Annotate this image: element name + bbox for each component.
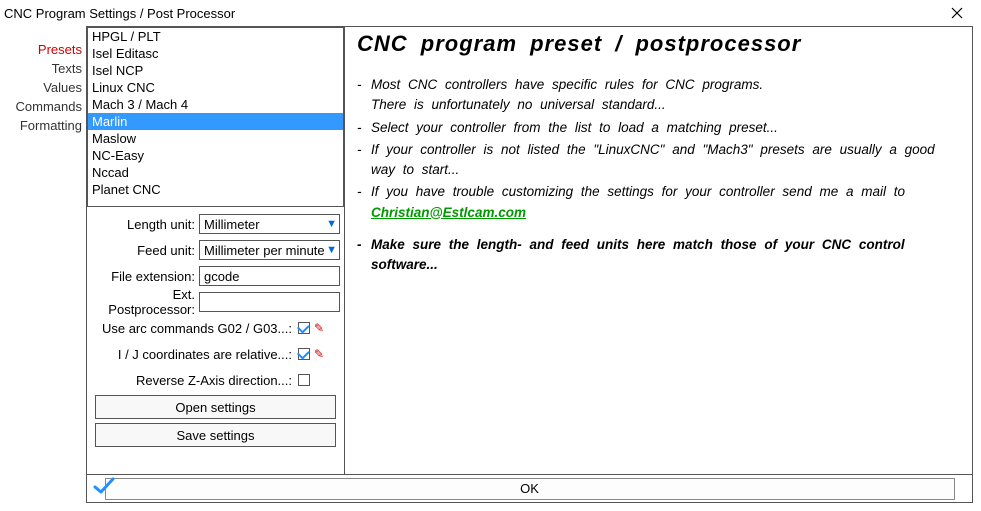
help-title: CNC program preset / postprocessor <box>357 31 956 57</box>
ij-relative-label: I / J coordinates are relative...: <box>118 347 292 362</box>
help-line: - Most CNC controllers have specific rul… <box>357 75 956 116</box>
close-icon <box>951 7 963 19</box>
ok-bar: OK <box>87 474 972 502</box>
preset-item[interactable]: Isel Editasc <box>88 45 343 62</box>
length-unit-label: Length unit: <box>91 217 199 232</box>
preset-item[interactable]: Isel NCP <box>88 62 343 79</box>
main-panel: HPGL / PLTIsel EditascIsel NCPLinux CNCM… <box>86 26 973 503</box>
chevron-down-icon: ▼ <box>326 244 337 256</box>
use-arc-checkbox[interactable] <box>298 322 310 334</box>
preset-item[interactable]: Nccad <box>88 164 343 181</box>
preset-item[interactable]: Maslow <box>88 130 343 147</box>
ij-relative-checkbox[interactable] <box>298 348 310 360</box>
reverse-z-checkbox[interactable] <box>298 374 310 386</box>
file-extension-input[interactable]: gcode <box>199 266 340 286</box>
check-icon <box>93 477 115 501</box>
preset-item[interactable]: Planet CNC <box>88 181 343 198</box>
edit-icon[interactable]: ✎ <box>312 321 326 335</box>
edit-icon[interactable]: ✎ <box>312 347 326 361</box>
length-unit-value: Millimeter <box>204 217 260 232</box>
ext-postprocessor-input[interactable] <box>199 292 340 312</box>
help-panel: CNC program preset / postprocessor - Mos… <box>345 27 972 474</box>
preset-item[interactable]: Linux CNC <box>88 79 343 96</box>
file-extension-value: gcode <box>204 269 239 284</box>
feed-unit-value: Millimeter per minute <box>204 243 325 258</box>
window-title: CNC Program Settings / Post Processor <box>4 6 235 21</box>
help-line: - If you have trouble customizing the se… <box>357 182 956 223</box>
help-line: - Select your controller from the list t… <box>357 118 956 138</box>
tab-presets[interactable]: Presets <box>34 42 86 57</box>
length-unit-select[interactable]: Millimeter ▼ <box>199 214 340 234</box>
feed-unit-label: Feed unit: <box>91 243 199 258</box>
tab-commands[interactable]: Commands <box>12 99 86 114</box>
tab-formatting[interactable]: Formatting <box>16 118 86 133</box>
preset-item[interactable]: Mach 3 / Mach 4 <box>88 96 343 113</box>
ext-postprocessor-label: Ext. Postprocessor: <box>91 287 199 317</box>
help-line: - If your controller is not listed the "… <box>357 140 956 181</box>
close-button[interactable] <box>937 0 977 26</box>
preset-item[interactable]: Marlin <box>88 113 343 130</box>
preset-item[interactable]: HPGL / PLT <box>88 28 343 45</box>
preset-item[interactable]: NC-Easy <box>88 147 343 164</box>
reverse-z-label: Reverse Z-Axis direction...: <box>136 373 292 388</box>
left-column: HPGL / PLTIsel EditascIsel NCPLinux CNCM… <box>87 27 345 474</box>
preset-list[interactable]: HPGL / PLTIsel EditascIsel NCPLinux CNCM… <box>87 27 344 207</box>
open-settings-button[interactable]: Open settings <box>95 395 336 419</box>
titlebar: CNC Program Settings / Post Processor <box>0 0 981 26</box>
file-extension-label: File extension: <box>91 269 199 284</box>
email-link[interactable]: Christian@Estlcam.com <box>371 205 526 220</box>
ok-button[interactable]: OK <box>105 478 955 500</box>
help-line-bold: - Make sure the length- and feed units h… <box>357 235 956 276</box>
use-arc-label: Use arc commands G02 / G03...: <box>102 321 292 336</box>
save-settings-button[interactable]: Save settings <box>95 423 336 447</box>
tabs-column: Presets Texts Values Commands Formatting <box>4 26 86 503</box>
tab-texts[interactable]: Texts <box>48 61 86 76</box>
tab-values[interactable]: Values <box>39 80 86 95</box>
feed-unit-select[interactable]: Millimeter per minute ▼ <box>199 240 340 260</box>
chevron-down-icon: ▼ <box>326 218 337 230</box>
